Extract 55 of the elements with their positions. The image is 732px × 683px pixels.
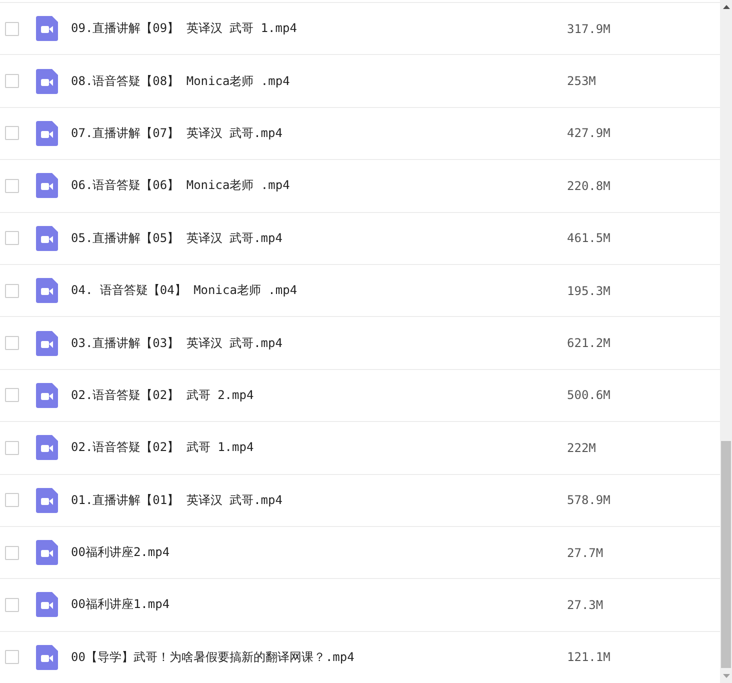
row-checkbox[interactable] [5, 22, 19, 36]
row-checkbox[interactable] [5, 231, 19, 246]
video-file-icon [36, 330, 58, 356]
file-name[interactable]: 02.语音答疑【02】 武哥 1.mp4 [71, 439, 567, 456]
file-name[interactable]: 00福利讲座2.mp4 [71, 544, 567, 562]
file-name[interactable]: 03.直播讲解【03】 英译汉 武哥.mp4 [71, 334, 567, 352]
row-checkbox[interactable] [5, 493, 19, 508]
file-name[interactable]: 01.直播讲解【01】 英译汉 武哥.mp4 [71, 492, 567, 509]
file-size: 27.7M [567, 546, 604, 560]
video-file-icon [36, 540, 58, 566]
file-size: 578.9M [567, 493, 610, 508]
row-checkbox[interactable] [5, 284, 19, 298]
file-name[interactable]: 06.语音答疑【06】 Monica老师 .mp4 [71, 177, 567, 194]
row-checkbox[interactable] [5, 440, 19, 455]
file-size: 621.2M [567, 336, 610, 350]
file-size: 461.5M [567, 231, 610, 246]
file-size: 27.3M [567, 598, 604, 612]
caret-up-icon [722, 5, 730, 9]
video-file-icon [36, 278, 58, 304]
file-name[interactable]: 04. 语音答疑【04】 Monica老师 .mp4 [71, 282, 567, 300]
video-file-icon [36, 488, 58, 513]
file-name[interactable]: 05.直播讲解【05】 英译汉 武哥.mp4 [71, 230, 567, 247]
file-name[interactable]: 02.语音答疑【02】 武哥 2.mp4 [71, 386, 567, 404]
file-size: 121.1M [567, 650, 610, 664]
row-checkbox[interactable] [5, 598, 19, 612]
video-file-icon [36, 226, 58, 251]
video-file-icon [36, 435, 58, 460]
video-file-icon [36, 382, 58, 408]
video-file-icon [36, 120, 58, 146]
row-checkbox[interactable] [5, 178, 19, 193]
file-size: 220.8M [567, 178, 610, 193]
file-size: 195.3M [567, 284, 610, 298]
file-size: 222M [567, 440, 596, 455]
video-file-icon [36, 592, 58, 618]
file-name[interactable]: 00【导学】武哥！为啥暑假要搞新的翻译网课？.mp4 [71, 648, 567, 666]
file-size: 317.9M [567, 22, 610, 36]
file-name[interactable]: 00福利讲座1.mp4 [71, 596, 567, 614]
video-file-icon [36, 68, 58, 94]
scrollbar-thumb[interactable] [721, 441, 731, 668]
file-size: 500.6M [567, 388, 610, 402]
row-checkbox[interactable] [5, 546, 19, 560]
row-checkbox[interactable] [5, 336, 19, 350]
row-checkbox[interactable] [5, 388, 19, 402]
video-file-icon [36, 16, 58, 42]
video-file-icon [36, 644, 58, 670]
row-checkbox[interactable] [5, 74, 19, 88]
file-name[interactable]: 09.直播讲解【09】 英译汉 武哥 1.mp4 [71, 20, 567, 38]
file-name[interactable]: 07.直播讲解【07】 英译汉 武哥.mp4 [71, 124, 567, 142]
row-checkbox[interactable] [5, 650, 19, 664]
video-file-icon [36, 173, 58, 198]
caret-down-icon [722, 674, 730, 678]
row-checkbox[interactable] [5, 126, 19, 140]
file-size: 427.9M [567, 126, 610, 140]
file-size: 253M [567, 74, 596, 88]
file-name[interactable]: 08.语音答疑【08】 Monica老师 .mp4 [71, 72, 567, 90]
